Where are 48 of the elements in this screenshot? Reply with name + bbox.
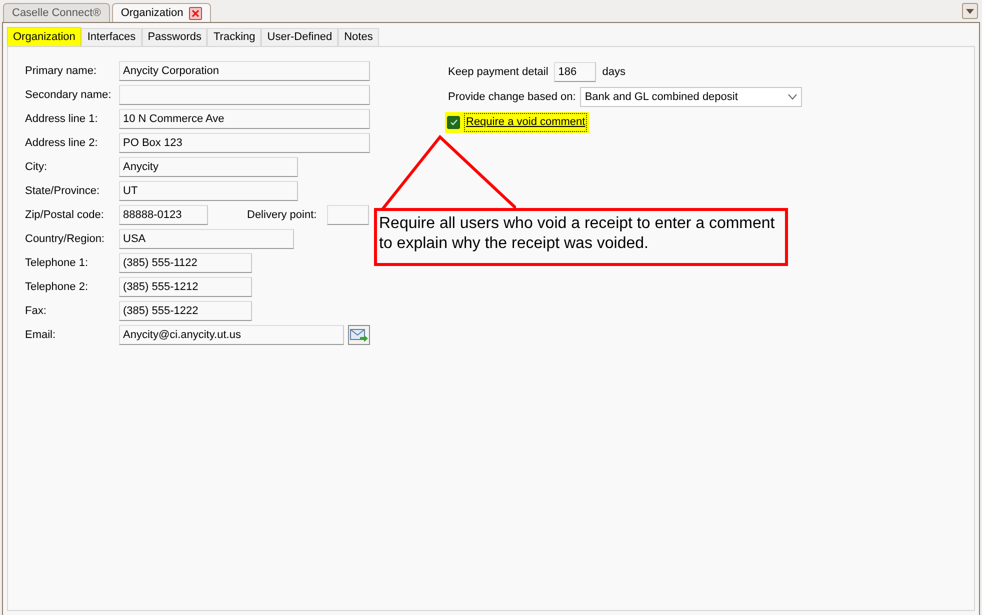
field-label: Telephone 2: (25, 280, 89, 295)
tab[interactable]: Interfaces (81, 28, 142, 46)
field-label: Fax: (25, 304, 48, 319)
document-tab[interactable]: Organization (112, 3, 212, 22)
check-icon (450, 118, 458, 126)
field-label: Provide change based on: (448, 90, 576, 105)
input-field[interactable]: 186 (554, 62, 596, 82)
checkbox[interactable] (447, 116, 460, 129)
field-label: Email: (25, 328, 57, 343)
close-icon[interactable] (189, 6, 202, 20)
tab[interactable]: Notes (338, 28, 379, 46)
input-field[interactable]: PO Box 123 (119, 133, 370, 153)
tab[interactable]: Passwords (142, 28, 208, 46)
field-label: Country/Region: (25, 232, 106, 247)
envelope-icon (350, 328, 368, 342)
field-label: Primary name: (25, 64, 98, 79)
input-field[interactable]: Anycity@ci.anycity.ut.us (119, 325, 344, 345)
input-field[interactable]: 10 N Commerce Ave (119, 109, 370, 129)
input-field[interactable]: UT (119, 181, 298, 201)
email-button[interactable] (348, 325, 370, 345)
input-field[interactable]: Anycity Corporation (119, 61, 370, 81)
input-field[interactable] (326, 205, 369, 225)
input-field[interactable]: (385) 555-1212 (119, 277, 252, 297)
input-field[interactable]: 88888-0123 (119, 205, 208, 225)
input-field[interactable]: Anycity (119, 157, 298, 177)
input-field[interactable]: (385) 555-1122 (119, 253, 252, 273)
checkbox-label[interactable]: Require a void comment (464, 113, 588, 132)
caret-icon (966, 8, 974, 14)
tab[interactable]: User-Defined (261, 28, 338, 46)
field-label: Keep payment detail (448, 64, 548, 80)
field-label: Address line 2: (25, 136, 99, 151)
field-label: State/Province: (25, 184, 101, 199)
unit-label: days (602, 64, 626, 80)
document-tab[interactable]: Caselle Connect® (3, 3, 110, 22)
dropdown-field[interactable]: Bank and GL combined deposit (580, 87, 802, 107)
tab[interactable]: Tracking (207, 28, 262, 46)
field-label: Delivery point: (247, 208, 317, 223)
field-label: Telephone 1: (25, 256, 89, 271)
input-field[interactable]: USA (119, 229, 294, 249)
input-field[interactable]: (385) 555-1222 (119, 301, 252, 321)
chevron-down-icon (788, 94, 797, 100)
input-field[interactable] (119, 85, 370, 105)
field-label: Zip/Postal code: (25, 208, 105, 223)
field-label: City: (25, 160, 48, 175)
field-label: Secondary name: (25, 88, 112, 103)
dropdown-button[interactable] (962, 3, 978, 19)
field-label: Address line 1: (25, 112, 99, 127)
tab[interactable]: Organization (7, 27, 82, 46)
